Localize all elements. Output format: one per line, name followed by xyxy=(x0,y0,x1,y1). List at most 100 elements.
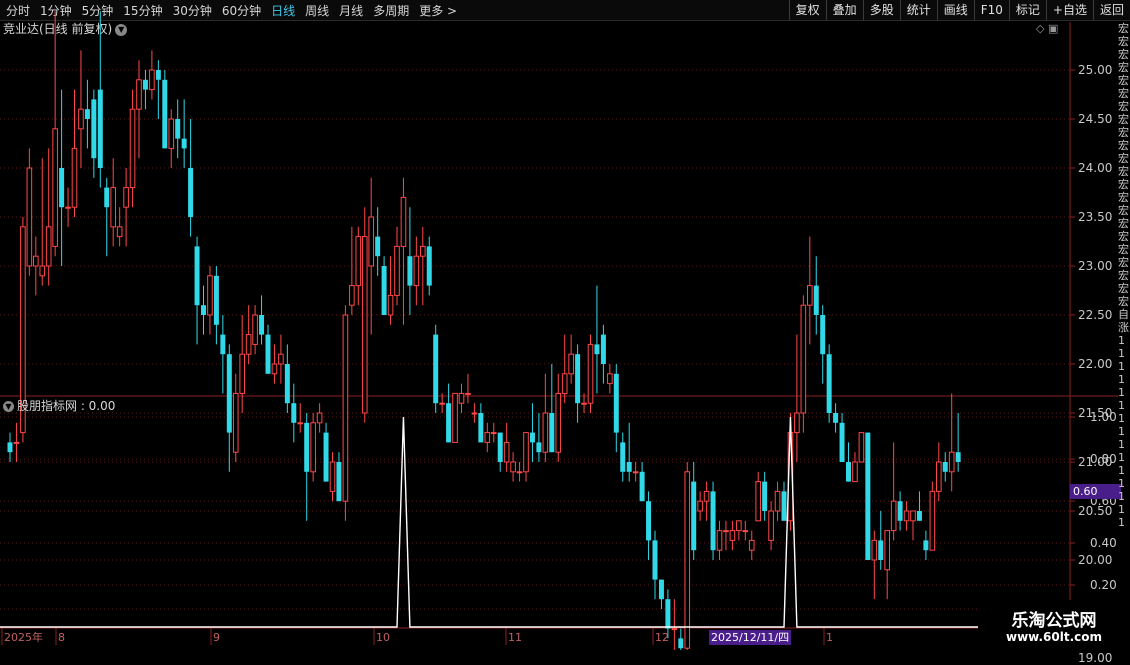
tool-buttons: 复权 叠加 多股 统计 画线 F10 标记 +自选 返回 xyxy=(788,0,1130,20)
candle-body-up xyxy=(581,402,587,405)
period-5[interactable]: 60分钟 xyxy=(222,2,261,19)
strip-char: 1 xyxy=(1118,503,1125,516)
strip-char: 1 xyxy=(1118,490,1125,503)
candle-body-up xyxy=(129,108,136,189)
candle-body-up xyxy=(755,481,762,522)
strip-char: 涨 xyxy=(1118,321,1129,334)
candle-body-down xyxy=(942,462,948,472)
candle-body-down xyxy=(497,432,503,462)
strip-char: 宏 xyxy=(1118,230,1129,243)
stock-title: 竞业达(日线 前复权) xyxy=(3,22,113,36)
candle-body-down xyxy=(181,138,187,149)
diamond-icon[interactable]: ◇ xyxy=(1036,22,1044,35)
candle-body-down xyxy=(478,413,484,443)
candle-body-up xyxy=(516,471,523,474)
candle-body-down xyxy=(846,462,851,482)
period-10[interactable]: 更多 > xyxy=(419,2,457,19)
period-8[interactable]: 月线 xyxy=(339,2,363,19)
candle-body-down xyxy=(658,579,664,600)
candle-body-up xyxy=(774,490,781,512)
candle-body-up xyxy=(26,167,33,267)
candle-body-down xyxy=(575,354,581,404)
tool-button-0[interactable]: 复权 xyxy=(788,0,826,20)
strip-char: 宏 xyxy=(1118,165,1129,178)
candle-body-down xyxy=(813,285,819,315)
indicator-line xyxy=(0,416,978,628)
candle-body-up xyxy=(342,314,349,502)
candle-body-down xyxy=(201,305,206,315)
indicator-tick-label: 0.80 xyxy=(1090,452,1117,466)
candle-body-down xyxy=(626,462,632,472)
strip-char: 宏 xyxy=(1118,61,1129,74)
strip-char: 宏 xyxy=(1118,74,1129,87)
tool-button-8[interactable]: 返回 xyxy=(1092,0,1130,20)
tool-button-3[interactable]: 统计 xyxy=(899,0,937,20)
candle-body-down xyxy=(446,403,452,443)
candle-body-down xyxy=(878,540,884,560)
period-selector: 分时 1分钟 5分钟 15分钟 30分钟 60分钟 日线 周线 月线 多周期 更多 > xyxy=(0,0,467,20)
period-0[interactable]: 分时 xyxy=(6,2,30,19)
candle-body-up xyxy=(297,422,304,425)
period-2[interactable]: 5分钟 xyxy=(82,2,114,19)
main-chart-title: 竞业达(日线 前复权) ▼ xyxy=(3,21,128,37)
tool-button-5[interactable]: F10 xyxy=(973,0,1009,20)
indicator-title: 股朋指标网 : 0.00 xyxy=(17,399,116,413)
strip-char: 宏 xyxy=(1118,139,1129,152)
period-7[interactable]: 周线 xyxy=(305,2,329,19)
tool-button-7[interactable]: +自选 xyxy=(1045,0,1093,20)
period-4[interactable]: 30分钟 xyxy=(173,2,212,19)
date-month-label: 12 xyxy=(655,631,669,644)
candle-body-down xyxy=(175,119,181,139)
candle-body-down xyxy=(865,432,871,560)
tool-button-2[interactable]: 多股 xyxy=(862,0,900,20)
candle-body-down xyxy=(336,462,342,502)
strip-char: 1 xyxy=(1118,334,1125,347)
date-month-label: 9 xyxy=(213,631,220,644)
candle-body-up xyxy=(355,236,362,287)
period-1[interactable]: 1分钟 xyxy=(40,2,72,19)
strip-char: 宏 xyxy=(1118,217,1129,230)
candle-body-up xyxy=(607,373,613,385)
price-tick-label: 19.00 xyxy=(1078,651,1113,665)
candle-body-down xyxy=(652,540,658,580)
candle-body-up xyxy=(316,412,323,424)
period-6[interactable]: 日线 xyxy=(271,2,295,19)
maximize-icon[interactable]: ▣ xyxy=(1048,22,1058,35)
candle-body-up xyxy=(136,79,142,110)
tool-button-1[interactable]: 叠加 xyxy=(825,0,863,20)
tool-button-6[interactable]: 标记 xyxy=(1008,0,1046,20)
candle-body-down xyxy=(691,481,697,551)
candle-body-up xyxy=(632,471,639,474)
kline-chart[interactable] xyxy=(0,0,1130,650)
strip-char: 宏 xyxy=(1118,243,1129,256)
chevron-down-icon[interactable]: ▼ xyxy=(3,401,14,412)
candle-body-down xyxy=(265,334,271,374)
strip-char: 自 xyxy=(1118,308,1129,321)
candle-body-up xyxy=(78,108,84,130)
price-tick-label: 22.00 xyxy=(1078,357,1113,371)
strip-char: 宏 xyxy=(1118,269,1129,282)
chevron-down-icon[interactable]: ▼ xyxy=(115,23,128,36)
price-tick-label: 20.00 xyxy=(1078,553,1113,567)
candle-body-up xyxy=(800,304,807,414)
strip-char: 宏 xyxy=(1118,204,1129,217)
candle-body-up xyxy=(361,236,368,414)
candle-body-down xyxy=(916,511,922,521)
strip-char: 宏 xyxy=(1118,295,1129,308)
candle-body-down xyxy=(678,638,684,649)
period-9[interactable]: 多周期 xyxy=(373,2,409,19)
candle-body-up xyxy=(561,373,568,394)
candle-body-up xyxy=(948,451,955,473)
candle-body-down xyxy=(304,422,310,472)
period-3[interactable]: 15分钟 xyxy=(123,2,162,19)
candle-body-up xyxy=(168,118,175,149)
candle-body-down xyxy=(529,432,535,443)
price-tick-label: 22.50 xyxy=(1078,308,1113,322)
candle-body-down xyxy=(549,413,555,453)
tool-button-4[interactable]: 画线 xyxy=(936,0,974,20)
candle-body-down xyxy=(781,491,787,521)
indicator-tick-label: 0.40 xyxy=(1090,536,1117,550)
candle-body-up xyxy=(794,412,800,434)
candle-body-up xyxy=(387,294,394,316)
strip-char: 宏 xyxy=(1118,48,1129,61)
